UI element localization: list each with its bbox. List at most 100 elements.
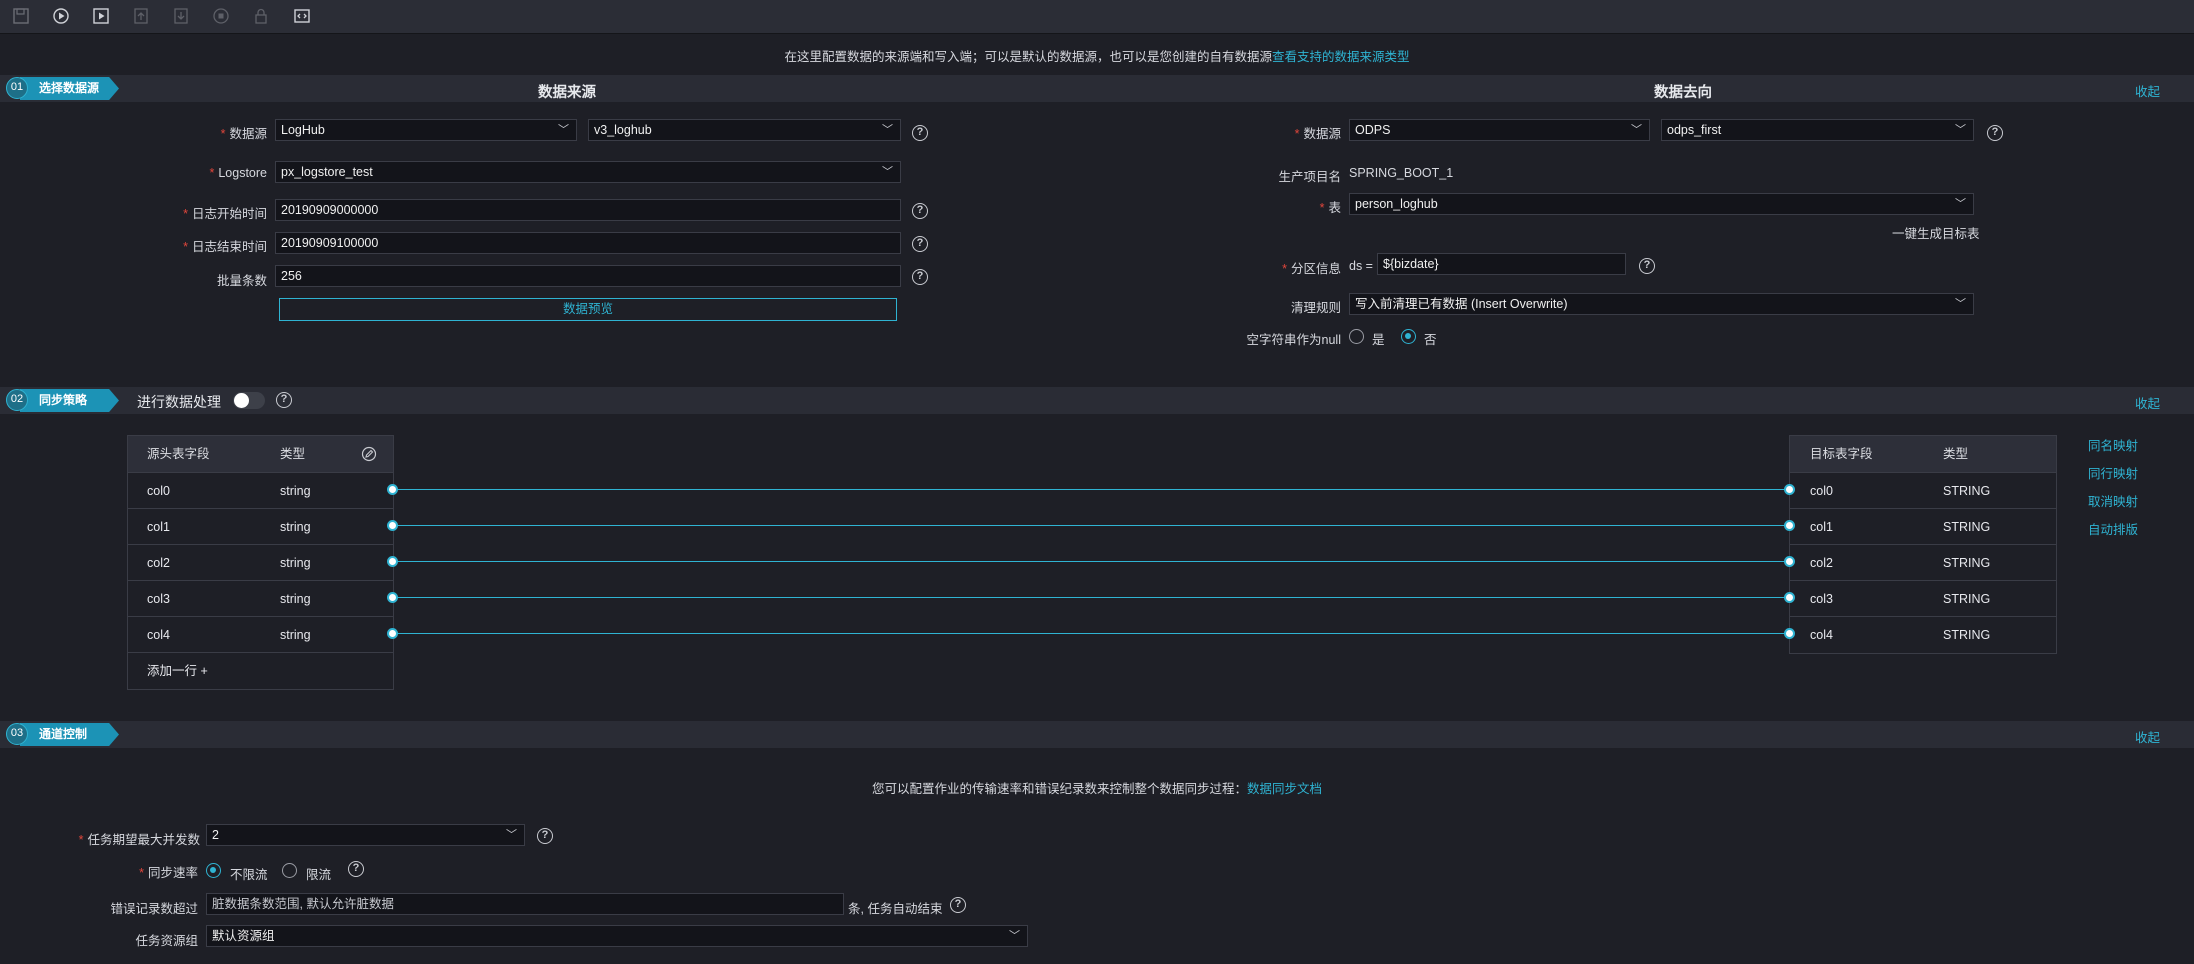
source-anchor-dot[interactable] (387, 592, 398, 603)
help-icon[interactable]: ? (912, 125, 928, 141)
target-anchor-dot[interactable] (1784, 556, 1795, 567)
help-icon[interactable]: ? (1987, 125, 2003, 141)
source-anchor-dot[interactable] (387, 556, 398, 567)
end-time-label: * 日志结束时间 (183, 240, 267, 254)
hint-text: 在这里配置数据的来源端和写入端；可以是默认的数据源，也可以是您创建的自有数据源 (784, 50, 1272, 64)
data-preview-button[interactable]: 数据预览 (279, 298, 897, 321)
batch-size-input[interactable]: 256 (275, 265, 901, 287)
table-select[interactable]: person_loghub ﹀ (1349, 193, 1974, 215)
target-datasource-type-select[interactable]: ODPS ﹀ (1349, 119, 1650, 141)
chevron-down-icon: ﹀ (882, 166, 893, 178)
same-row-mapping-link[interactable]: 同行映射 (2088, 463, 2138, 482)
field-type: string (280, 556, 311, 570)
code-view-icon[interactable] (293, 7, 311, 25)
edit-icon[interactable] (361, 446, 377, 462)
logstore-select[interactable]: px_logstore_test ﹀ (275, 161, 901, 183)
section-label: 同步策略 (20, 389, 119, 412)
field-name: col3 (147, 592, 170, 606)
mapping-line (393, 489, 1790, 490)
error-records-label: 错误记录数超过 (110, 902, 198, 916)
collapse-link[interactable]: 收起 (2135, 393, 2160, 412)
collapse-link[interactable]: 收起 (2135, 81, 2160, 100)
null-yes-radio[interactable] (1349, 329, 1364, 344)
datasource-hint: 在这里配置数据的来源端和写入端；可以是默认的数据源，也可以是您创建的自有数据源查… (0, 46, 2194, 65)
section-channel-header: 通道控制 03 收起 (0, 721, 2194, 748)
source-anchor-dot[interactable] (387, 628, 398, 639)
rate-limited-label: 限流 (306, 868, 332, 882)
help-icon[interactable]: ? (537, 828, 553, 844)
chevron-down-icon: ﹀ (558, 124, 569, 136)
cancel-mapping-link[interactable]: 取消映射 (2088, 491, 2138, 510)
section-strategy-header: 同步策略 02 进行数据处理 ? 收起 (0, 387, 2194, 414)
generate-target-table-link[interactable]: 一键生成目标表 (1892, 223, 1980, 242)
add-row-button[interactable]: 添加一行 + (128, 653, 393, 689)
column-header: 类型 (1943, 447, 1969, 461)
concurrency-select[interactable]: 2 ﹀ (206, 824, 525, 846)
target-title: 数据去向 (1654, 85, 1712, 101)
rate-unlimited-radio[interactable] (206, 863, 221, 878)
target-datasource-name-select[interactable]: odps_first ﹀ (1661, 119, 1974, 141)
clean-rule-select[interactable]: 写入前清理已有数据 (Insert Overwrite) ﹀ (1349, 293, 1974, 315)
field-type: STRING (1943, 592, 1991, 606)
start-time-input[interactable]: 20190909000000 (275, 199, 901, 221)
chevron-down-icon: ﹀ (506, 829, 517, 841)
source-datasource-type-select[interactable]: LogHub ﹀ (275, 119, 577, 141)
resource-group-select[interactable]: 默认资源组 ﹀ (206, 925, 1028, 947)
help-icon[interactable]: ? (950, 897, 966, 913)
column-header: 源头表字段 (147, 447, 210, 461)
auto-layout-link[interactable]: 自动排版 (2088, 519, 2138, 538)
table-row: col0 string (128, 473, 393, 509)
toolbar (0, 0, 2194, 34)
field-type: string (280, 592, 311, 606)
field-type: STRING (1943, 628, 1991, 642)
field-type: STRING (1943, 556, 1991, 570)
lock-icon[interactable] (252, 7, 270, 25)
null-string-label: 空字符串作为null (1246, 333, 1341, 347)
table-row: col3 STRING (1790, 581, 2056, 617)
help-icon[interactable]: ? (276, 392, 292, 408)
run-icon[interactable] (52, 7, 70, 25)
project-label: 生产项目名 (1278, 170, 1341, 184)
collapse-link[interactable]: 收起 (2135, 727, 2160, 746)
help-icon[interactable]: ? (912, 269, 928, 285)
table-row: col4 string (128, 617, 393, 653)
null-no-radio[interactable] (1401, 329, 1416, 344)
rate-limited-radio[interactable] (282, 863, 297, 878)
supported-types-link[interactable]: 查看支持的数据来源类型 (1272, 50, 1410, 64)
save-icon[interactable] (12, 7, 30, 25)
run-with-params-icon[interactable] (92, 7, 110, 25)
project-value: SPRING_BOOT_1 (1349, 166, 1454, 180)
sync-docs-link[interactable]: 数据同步文档 (1247, 782, 1322, 796)
field-type: STRING (1943, 520, 1991, 534)
data-processing-label: 进行数据处理 (137, 394, 221, 410)
help-icon[interactable]: ? (912, 236, 928, 252)
target-fields-table: 目标表字段 类型 col0 STRING col1 STRING col2 STRIN… (1789, 435, 2057, 654)
target-anchor-dot[interactable] (1784, 592, 1795, 603)
start-time-label: * 日志开始时间 (183, 207, 267, 221)
partition-label: * 分区信息 (1282, 262, 1341, 276)
target-anchor-dot[interactable] (1784, 484, 1795, 495)
table-row: col2 string (128, 545, 393, 581)
section-label: 选择数据源 (20, 77, 119, 100)
source-anchor-dot[interactable] (387, 520, 398, 531)
end-time-input[interactable]: 20190909100000 (275, 232, 901, 254)
chevron-down-icon: ﹀ (882, 124, 893, 136)
stop-icon[interactable] (212, 7, 230, 25)
error-records-input[interactable]: 脏数据条数范围, 默认允许脏数据 (206, 893, 844, 915)
data-processing-toggle[interactable] (233, 392, 265, 409)
partition-input[interactable]: ${bizdate} (1377, 253, 1626, 275)
source-anchor-dot[interactable] (387, 484, 398, 495)
target-datasource-label: * 数据源 (1294, 127, 1341, 141)
target-anchor-dot[interactable] (1784, 520, 1795, 531)
publish-icon[interactable] (172, 7, 190, 25)
help-icon[interactable]: ? (912, 203, 928, 219)
hint-text: 您可以配置作业的传输速率和错误纪录数来控制整个数据同步过程： (871, 782, 1247, 796)
field-type: STRING (1943, 484, 1991, 498)
same-name-mapping-link[interactable]: 同名映射 (2088, 435, 2138, 454)
target-anchor-dot[interactable] (1784, 628, 1795, 639)
table-row: col1 STRING (1790, 509, 2056, 545)
source-datasource-name-select[interactable]: v3_loghub ﹀ (588, 119, 901, 141)
submit-icon[interactable] (132, 7, 150, 25)
help-icon[interactable]: ? (348, 861, 364, 877)
help-icon[interactable]: ? (1639, 258, 1655, 274)
